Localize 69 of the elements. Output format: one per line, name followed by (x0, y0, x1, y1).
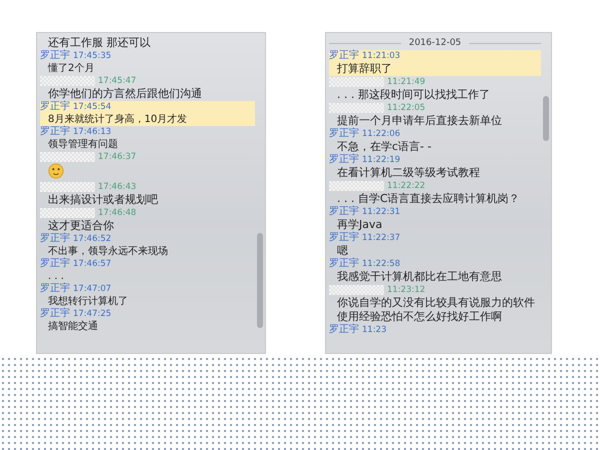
message-time: 17:45:47 (98, 75, 136, 87)
message-time: 11:22:31 (362, 206, 400, 218)
message-time: 17:47:07 (73, 283, 112, 295)
message-time: 17:46:13 (73, 126, 112, 138)
message-text: 我感觉干计算机都比在工地有意思 (336, 270, 503, 284)
masked-name (329, 181, 384, 191)
message-time: 11:22:19 (362, 154, 400, 166)
emoji-icon (48, 163, 64, 179)
sender-name: 罗正宇 (329, 258, 359, 270)
sender-name: 罗正宇 (40, 308, 70, 320)
message-text: 再学Java (336, 218, 384, 232)
message-text: 你学他们的方言然后跟他们沟通 (47, 87, 203, 100)
message-time: 11:22:58 (362, 258, 400, 270)
message-time: 11:22:37 (362, 232, 400, 244)
scrollbar-thumb[interactable] (543, 96, 549, 141)
message-text: 领导管理有问题 (47, 138, 119, 151)
message-text: 还有工作服 那还可以 (47, 36, 152, 50)
message-text: 不急，在学c语言- - (336, 140, 432, 154)
masked-name (329, 103, 384, 113)
sender-name: 罗正宇 (40, 258, 70, 270)
message-text: 嗯 (336, 244, 348, 258)
message-text: 打算辞职了 (336, 62, 393, 76)
message-time: 17:46:48 (98, 207, 136, 219)
message-time: 11:23 (362, 324, 386, 336)
sender-name: 罗正宇 (329, 324, 359, 336)
sender-name: 罗正宇 (40, 283, 70, 295)
message-text: . . . 自学C语言直接去应聘计算机岗？ (336, 192, 521, 206)
masked-name (40, 208, 95, 218)
sender-name: 罗正宇 (40, 50, 70, 62)
sender-name: 罗正宇 (40, 101, 70, 113)
message-text: 出来搞设计或者规划吧 (47, 193, 159, 207)
masked-name (40, 182, 95, 192)
masked-name (329, 77, 384, 87)
message-time: 11:22:22 (387, 180, 426, 192)
sender-name: 罗正宇 (40, 233, 70, 245)
message-text: 懂了2个月 (46, 62, 96, 75)
message-text: 不出事，领导永远不来现场 (47, 245, 169, 258)
message-time: 11:21:03 (362, 50, 400, 62)
sender-name: 罗正宇 (329, 206, 359, 218)
masked-name (329, 285, 384, 295)
message-time: 11:23:12 (387, 284, 426, 296)
sender-name: 罗正宇 (40, 126, 70, 138)
message-time: 17:45:54 (73, 101, 112, 113)
sender-name: 罗正宇 (329, 128, 359, 140)
sender-name: 罗正宇 (329, 50, 359, 62)
message-time: 17:45:35 (73, 50, 112, 62)
message-text: 提前一个月申请年后直接去新单位 (336, 114, 503, 128)
message-text: 这才更适合你 (47, 219, 115, 232)
message-time: 17:46:52 (73, 233, 112, 245)
sender-name: 罗正宇 (329, 232, 359, 244)
message-time: 11:21:49 (387, 76, 426, 88)
message-text: 在看计算机二级等级考试教程 (336, 166, 481, 180)
message-text: 你说自学的又没有比较具有说服力的软件使用经验恐怕不怎么好找好工作啊 (336, 296, 536, 324)
sender-name: 罗正宇 (329, 154, 359, 166)
message-time: 11:22:05 (387, 102, 426, 114)
message-text: 搞智能交通 (47, 320, 99, 333)
message-time: 17:46:37 (98, 151, 136, 163)
message-time: 17:46:43 (98, 181, 136, 193)
message-time: 17:46:57 (73, 258, 112, 270)
scrollbar-thumb[interactable] (257, 233, 263, 328)
message-text: . . . (47, 270, 65, 282)
message-text: . . . 那这段时间可以找找工作了 (336, 88, 491, 102)
message-time: 11:22:06 (362, 128, 400, 140)
message-text: 8月来就统计了身高，10月才发 (47, 113, 188, 126)
message-text: 我想转行计算机了 (47, 295, 129, 308)
masked-name (40, 152, 95, 162)
message-time: 17:47:25 (73, 308, 112, 320)
date-separator: 2016-12-05 (408, 38, 462, 48)
masked-name (40, 76, 95, 86)
